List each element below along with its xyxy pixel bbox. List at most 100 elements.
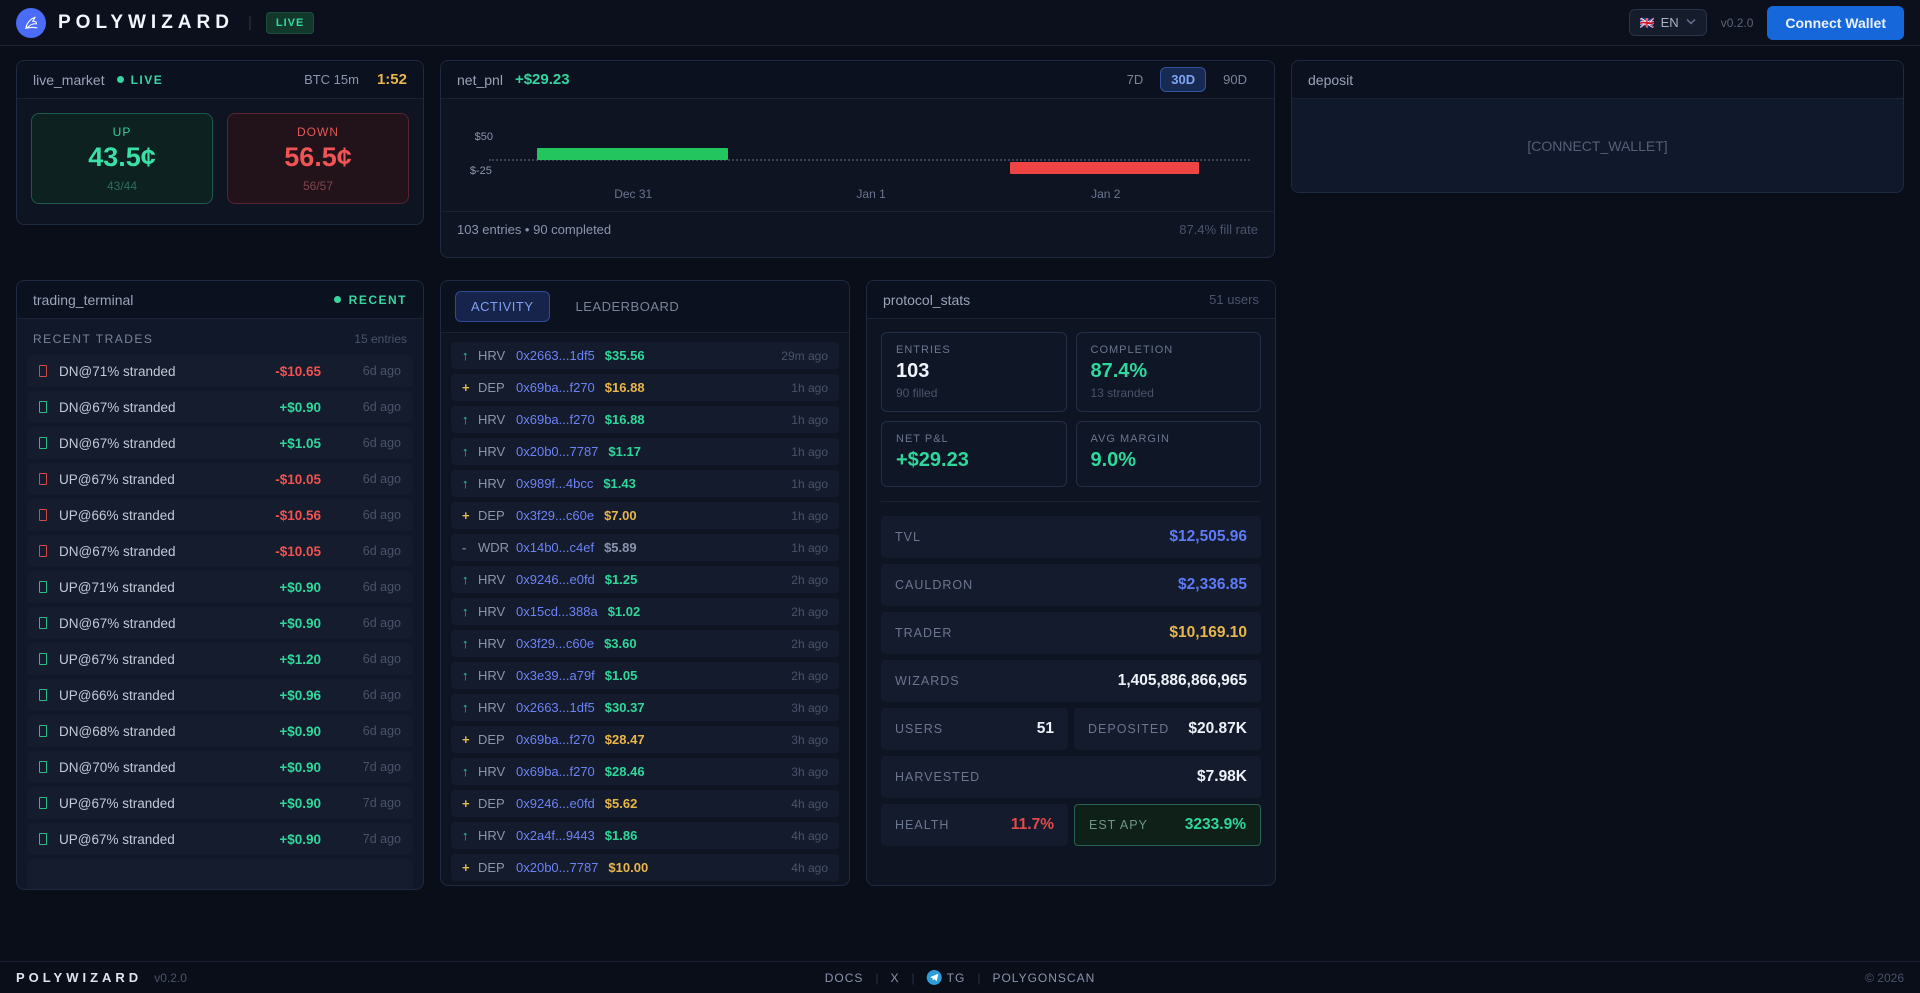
activity-row[interactable]: - WDR 0x14b0...c4ef $5.89 1h ago: [451, 534, 839, 561]
stat-box-label: ENTRIES: [896, 344, 1052, 356]
event-address-link[interactable]: 0x15cd...388a: [516, 604, 598, 619]
trade-row[interactable]: DN@70% stranded +$0.90 7d ago: [27, 751, 413, 783]
trade-row[interactable]: DN@71% stranded -$10.65 6d ago: [27, 355, 413, 387]
range-tab-90d[interactable]: 90D: [1212, 67, 1258, 92]
stat-row-value: $12,505.96: [1169, 528, 1247, 546]
stat-box-label: NET P&L: [896, 433, 1052, 445]
trade-row[interactable]: UP@71% stranded +$0.90 6d ago: [27, 571, 413, 603]
event-address-link[interactable]: 0x3e39...a79f: [516, 668, 595, 683]
users-value: 51: [1037, 720, 1054, 738]
trade-row[interactable]: DN@67% stranded +$1.05 6d ago: [27, 427, 413, 459]
activity-row[interactable]: + DEP 0x9246...e0fd $5.62 4h ago: [451, 790, 839, 817]
trade-row[interactable]: UP@66% stranded -$10.56 6d ago: [27, 499, 413, 531]
event-address-link[interactable]: 0x14b0...c4ef: [516, 540, 594, 555]
trade-row[interactable]: UP@67% stranded -$10.05 6d ago: [27, 463, 413, 495]
docs-link[interactable]: DOCS: [825, 971, 864, 985]
trade-row[interactable]: UP@67% stranded +$0.90 7d ago: [27, 823, 413, 855]
polygonscan-link[interactable]: POLYGONSCAN: [992, 971, 1095, 985]
entries-summary: 103 entries • 90 completed: [457, 222, 611, 237]
event-time: 2h ago: [791, 669, 828, 683]
range-tab-7d[interactable]: 7D: [1116, 67, 1155, 92]
harvested-label: HARVESTED: [895, 770, 980, 784]
trade-name: DN@71% stranded: [59, 364, 249, 379]
stat-box-sub: 13 stranded: [1091, 386, 1247, 400]
event-address-link[interactable]: 0x2663...1df5: [516, 348, 595, 363]
event-address-link[interactable]: 0x9246...e0fd: [516, 572, 595, 587]
tab-activity[interactable]: ACTIVITY: [455, 291, 550, 322]
event-address-link[interactable]: 0x2663...1df5: [516, 700, 595, 715]
xtick-jan2: Jan 2: [1091, 187, 1120, 201]
event-address-link[interactable]: 0x989f...4bcc: [516, 476, 593, 491]
event-address-link[interactable]: 0x2a4f...9443: [516, 828, 595, 843]
x-link[interactable]: X: [891, 971, 900, 985]
activity-row[interactable]: ↑ HRV 0x2a4f...9443 $1.86 4h ago: [451, 822, 839, 849]
event-type-icon: ↑: [462, 668, 478, 683]
activity-row[interactable]: ↑ HRV 0x2663...1df5 $35.56 29m ago: [451, 342, 839, 369]
trade-row[interactable]: DN@68% stranded +$0.90 6d ago: [27, 715, 413, 747]
trade-pnl: +$0.90: [249, 616, 321, 631]
activity-row[interactable]: ↑ HRV 0x3e39...a79f $1.05 2h ago: [451, 662, 839, 689]
connect-wallet-button[interactable]: Connect Wallet: [1767, 6, 1904, 40]
event-address-link[interactable]: 0x20b0...7787: [516, 444, 598, 459]
trade-row[interactable]: DN@67% stranded +$0.90 6d ago: [27, 391, 413, 423]
up-price-card[interactable]: UP 43.5¢ 43/44: [31, 113, 213, 204]
event-type-icon: ↑: [462, 604, 478, 619]
header-right: 🇬🇧 EN v0.2.0 Connect Wallet: [1629, 6, 1904, 40]
event-amount: $5.89: [604, 540, 637, 555]
trade-row[interactable]: UP@67% stranded +$0.90 7d ago: [27, 787, 413, 819]
activity-row[interactable]: + DEP 0x69ba...f270 $28.47 3h ago: [451, 726, 839, 753]
activity-row[interactable]: ↑ HRV 0x2663...1df5 $30.37 3h ago: [451, 694, 839, 721]
trade-direction-icon: [39, 797, 47, 809]
trade-row[interactable]: DN@67% stranded +$0.90 6d ago: [27, 607, 413, 639]
event-address-link[interactable]: 0x3f29...c60e: [516, 508, 594, 523]
trade-direction-icon: [39, 473, 47, 485]
down-ratio: 56/57: [228, 179, 408, 193]
event-type-icon: +: [462, 860, 478, 875]
activity-row[interactable]: ↑ HRV 0x69ba...f270 $16.88 1h ago: [451, 406, 839, 433]
stat-row: CAULDRON $2,336.85: [881, 564, 1261, 606]
trade-time: 6d ago: [339, 688, 401, 702]
activity-row[interactable]: + DEP 0x20b0...7787 $10.00 4h ago: [451, 854, 839, 881]
stat-box-value: 103: [896, 360, 1052, 383]
trade-row[interactable]: UP@66% stranded +$0.96 6d ago: [27, 679, 413, 711]
flag-icon: 🇬🇧: [1640, 16, 1654, 30]
event-time: 4h ago: [791, 829, 828, 843]
event-address-link[interactable]: 0x9246...e0fd: [516, 796, 595, 811]
trade-row[interactable]: UP@67% stranded +$1.20 6d ago: [27, 643, 413, 675]
polywizard-dashboard: POLYWIZARD | LIVE 🇬🇧 EN v0.2.0 Connect W…: [0, 0, 1920, 993]
event-address-link[interactable]: 0x69ba...f270: [516, 732, 595, 747]
stat-row-label: CAULDRON: [895, 578, 973, 592]
trade-time: 6d ago: [339, 364, 401, 378]
activity-row[interactable]: + DEP 0x3f29...c60e $7.00 1h ago: [451, 502, 839, 529]
event-address-link[interactable]: 0x69ba...f270: [516, 380, 595, 395]
activity-row[interactable]: ↑ HRV 0x989f...4bcc $1.43 1h ago: [451, 470, 839, 497]
event-address-link[interactable]: 0x3f29...c60e: [516, 636, 594, 651]
down-price-card[interactable]: DOWN 56.5¢ 56/57: [227, 113, 409, 204]
trade-time: 7d ago: [339, 796, 401, 810]
event-amount: $10.00: [608, 860, 648, 875]
trade-name: UP@67% stranded: [59, 652, 249, 667]
trade-row[interactable]: DN@67% stranded -$10.05 6d ago: [27, 535, 413, 567]
event-time: 1h ago: [791, 381, 828, 395]
activity-row[interactable]: ↑ HRV 0x9246...e0fd $1.25 2h ago: [451, 566, 839, 593]
stat-box: NET P&L +$29.23: [881, 421, 1067, 487]
event-address-link[interactable]: 0x20b0...7787: [516, 860, 598, 875]
telegram-link[interactable]: TG: [927, 970, 966, 985]
range-tab-30d[interactable]: 30D: [1160, 67, 1206, 92]
activity-row[interactable]: ↑ HRV 0x69ba...f270 $28.46 3h ago: [451, 758, 839, 785]
activity-row[interactable]: ↑ HRV 0x3f29...c60e $3.60 2h ago: [451, 630, 839, 657]
event-address-link[interactable]: 0x69ba...f270: [516, 412, 595, 427]
activity-panel: ACTIVITY LEADERBOARD ↑ HRV 0x2663...1df5…: [440, 280, 850, 886]
recent-status-label: RECENT: [349, 293, 407, 307]
activity-row[interactable]: ↑ HRV 0x20b0...7787 $1.17 1h ago: [451, 438, 839, 465]
recent-trades-bar: RECENT TRADES 15 entries: [17, 319, 423, 355]
footer-separator: |: [875, 971, 878, 985]
trade-direction-icon: [39, 509, 47, 521]
event-address-link[interactable]: 0x69ba...f270: [516, 764, 595, 779]
language-selector[interactable]: 🇬🇧 EN: [1629, 9, 1707, 36]
activity-row[interactable]: ↑ HRV 0x15cd...388a $1.02 2h ago: [451, 598, 839, 625]
activity-row[interactable]: + DEP 0x69ba...f270 $16.88 1h ago: [451, 374, 839, 401]
stat-box-grid: ENTRIES 103 90 filled COMPLETION 87.4% 1…: [881, 332, 1261, 487]
event-type: HRV: [478, 476, 514, 491]
tab-leaderboard[interactable]: LEADERBOARD: [560, 291, 696, 322]
